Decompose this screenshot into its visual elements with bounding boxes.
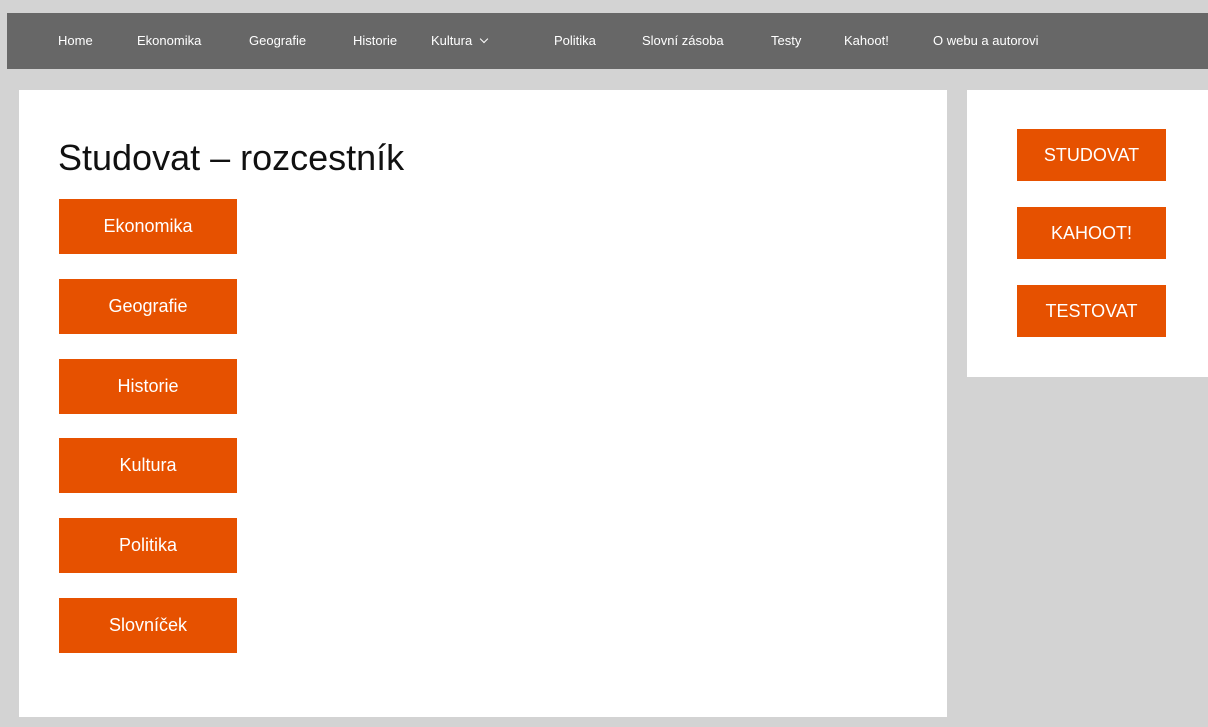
top-navigation-bar: Home Ekonomika Geografie Historie Kultur… [7,13,1208,69]
main-content: Studovat – rozcestník Ekonomika Geografi… [19,90,947,717]
kultura-button[interactable]: Kultura [59,438,237,493]
nav-item-testy[interactable]: Testy [771,13,801,69]
chevron-down-icon [479,34,489,44]
nav-item-o-webu-a-autorovi[interactable]: O webu a autorovi [933,13,1039,69]
nav-item-label: Slovní zásoba [642,33,724,48]
nav-item-home[interactable]: Home [58,13,93,69]
geografie-button[interactable]: Geografie [59,279,237,334]
nav-item-geografie[interactable]: Geografie [249,13,306,69]
sidebar: STUDOVAT KAHOOT! TESTOVAT [967,90,1208,377]
politika-button[interactable]: Politika [59,518,237,573]
nav-item-politika[interactable]: Politika [554,13,596,69]
nav-item-label: Kultura [431,33,473,48]
nav-item-label: Kahoot! [844,33,889,48]
nav-item-label: Home [58,33,93,48]
nav-item-label: Politika [554,33,596,48]
slovnicek-button[interactable]: Slovníček [59,598,237,653]
nav-item-kultura[interactable]: Kultura [431,13,489,69]
studovat-button[interactable]: STUDOVAT [1017,129,1166,181]
nav-item-slovni-zasoba[interactable]: Slovní zásoba [642,13,724,69]
nav-item-label: Testy [771,33,802,48]
nav-item-label: Geografie [249,33,307,48]
nav-item-kahoot[interactable]: Kahoot! [844,13,889,69]
nav-item-label: Ekonomika [137,33,202,48]
nav-item-label: O webu a autorovi [933,33,1039,48]
nav-item-ekonomika[interactable]: Ekonomika [137,13,201,69]
kahoot-button[interactable]: KAHOOT! [1017,207,1166,259]
historie-button[interactable]: Historie [59,359,237,414]
ekonomika-button[interactable]: Ekonomika [59,199,237,254]
nav-item-label: Historie [353,33,398,48]
page-title: Studovat – rozcestník [58,137,405,178]
testovat-button[interactable]: TESTOVAT [1017,285,1166,337]
nav-item-historie[interactable]: Historie [353,13,397,69]
